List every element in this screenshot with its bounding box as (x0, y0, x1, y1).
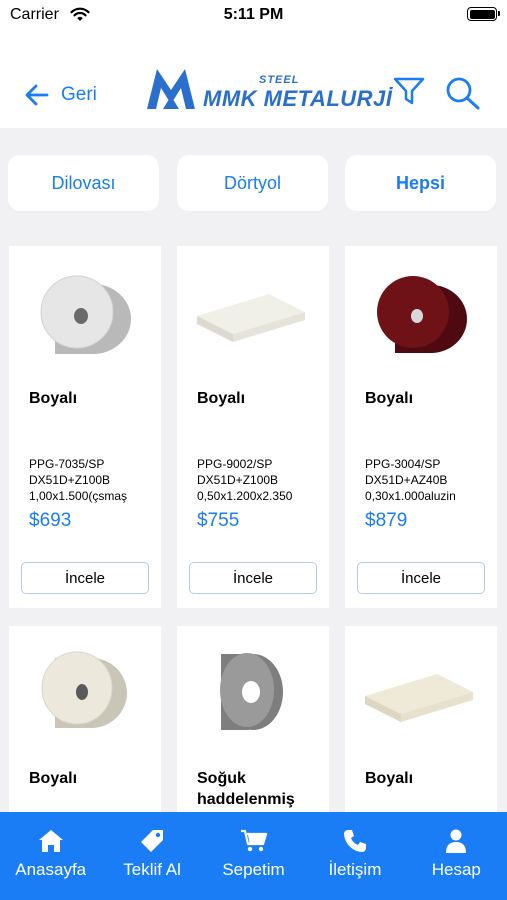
back-label: Geri (61, 84, 97, 105)
product-card[interactable]: Boyalı PPG-9002/SP DX51D+Z100B 0,50x1.20… (177, 246, 329, 608)
battery-icon (467, 7, 500, 21)
tab-cart[interactable]: Sepetim (203, 812, 304, 900)
inspect-button[interactable]: İncele (357, 562, 485, 594)
mmk-logo-icon (147, 69, 195, 109)
tag-icon (141, 830, 164, 852)
product-price: $755 (197, 510, 240, 531)
logo-name-text: MMK METALURJİ (203, 86, 393, 111)
product-card[interactable]: Boyalı PPG-3004/SP DX51D+AZ40B 0,30x1.00… (345, 246, 497, 608)
product-title: Boyalı (365, 770, 414, 787)
product-image (40, 275, 131, 354)
tab-home[interactable]: Anasayfa (0, 812, 101, 900)
product-title: Boyalı (365, 390, 414, 407)
filter-chip-dortyol[interactable]: Dörtyol (177, 155, 328, 211)
status-bar: Carrier 5:11 PM (0, 0, 507, 32)
inspect-button[interactable]: İncele (189, 562, 317, 594)
product-card[interactable]: Boyalı PPG-7035/SP DX51D+Z100B 1,00x1.50… (9, 246, 161, 608)
filter-chip-all[interactable]: Hepsi (345, 155, 496, 211)
product-description: PPG-9002/SP DX51D+Z100B 0,50x1.200x2.350 (197, 457, 293, 503)
inspect-button[interactable]: İncele (21, 562, 149, 594)
product-title: Boyalı (29, 770, 78, 787)
location-filter: Dilovası Dörtyol Hepsi (0, 155, 507, 213)
search-icon[interactable] (445, 76, 481, 110)
funnel-icon[interactable] (393, 76, 425, 106)
arrow-left-icon (25, 84, 49, 106)
product-image (377, 276, 467, 353)
product-card[interactable]: Boyalı (345, 626, 497, 826)
person-icon (446, 829, 467, 853)
tab-contact[interactable]: İletişim (304, 812, 405, 900)
product-description: PPG-3004/SP DX51D+AZ40B 0,30x1.000aluzin (365, 457, 456, 503)
product-price: $879 (365, 510, 408, 531)
tab-label: Anasayfa (15, 860, 87, 879)
product-card[interactable]: Boyalı (9, 626, 161, 826)
product-image (220, 653, 283, 730)
status-time: 5:11 PM (223, 6, 284, 23)
phone-icon (343, 830, 366, 852)
product-title: Boyalı (29, 390, 78, 407)
tab-quote[interactable]: Teklif Al (101, 812, 202, 900)
brand-logo: STEEL MMK METALURJİ (145, 68, 392, 110)
tab-label: Hesap (431, 860, 481, 879)
back-button[interactable]: Geri (25, 84, 97, 106)
tab-label: Teklif Al (123, 860, 181, 879)
app-header: Geri STEEL MMK METALURJİ (0, 32, 507, 128)
home-icon (38, 830, 63, 852)
product-card[interactable]: Soğuk haddelenmiş (… (177, 626, 329, 829)
product-image (197, 294, 305, 342)
product-image (41, 651, 127, 728)
product-image (365, 674, 473, 722)
tab-label: Sepetim (222, 860, 285, 879)
product-description: PPG-7035/SP DX51D+Z100B 1,00x1.500(çsmaş (29, 457, 128, 503)
cart-icon (240, 829, 267, 852)
tab-label: İletişim (328, 860, 382, 879)
logo-steel-text: STEEL (259, 74, 300, 86)
product-price: $693 (29, 510, 72, 531)
filter-chip-dilovasi[interactable]: Dilovası (8, 155, 159, 211)
product-title: Boyalı (197, 390, 246, 407)
tab-account[interactable]: Hesap (406, 812, 507, 900)
bottom-tab-bar: Anasayfa Teklif Al Sepetim İletişim Hesa… (0, 812, 507, 900)
